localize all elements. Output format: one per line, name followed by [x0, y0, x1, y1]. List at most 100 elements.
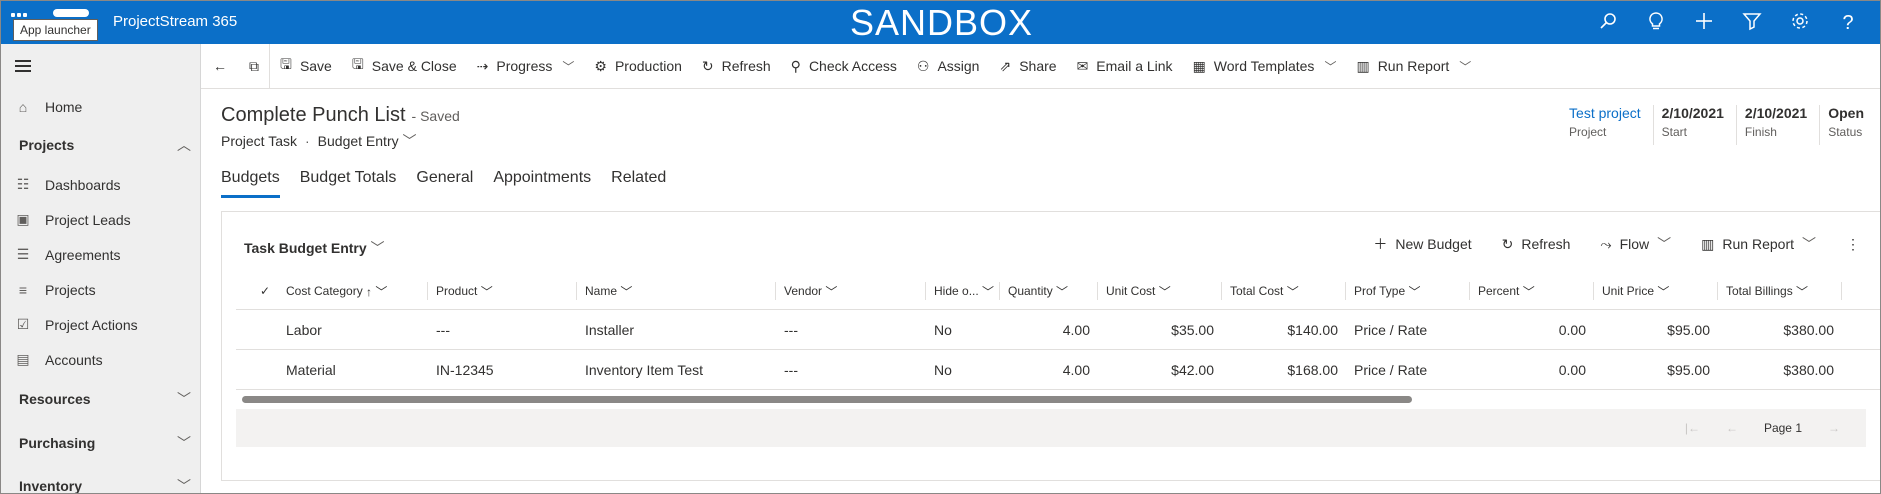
progress-button[interactable]: ⇢ Progress ﹀: [467, 44, 585, 89]
more-options-icon[interactable]: ⋮: [1846, 236, 1860, 253]
sidebar-item-label: Agreements: [45, 246, 121, 263]
chevron-up-icon: ︿: [177, 136, 191, 153]
run-report-button[interactable]: ▥ Run Report ﹀: [1346, 44, 1481, 89]
column-header-product[interactable]: Product ﹀: [428, 282, 577, 300]
sidebar-group-inventory[interactable]: Inventory ﹀: [19, 468, 191, 494]
sidebar-item-dashboards[interactable]: ☷ Dashboards: [1, 167, 201, 202]
sidebar-item-home[interactable]: ⌂ Home: [1, 89, 201, 124]
filter-icon[interactable]: [1740, 11, 1764, 35]
refresh-button[interactable]: ↻ Refresh: [692, 44, 781, 89]
save-icon: 🖫: [280, 56, 292, 72]
production-button[interactable]: ⚙ Production: [584, 44, 692, 89]
project-link[interactable]: Test project: [1569, 105, 1641, 121]
lightbulb-icon[interactable]: [1644, 11, 1668, 35]
command-label: Refresh: [721, 58, 771, 74]
sidebar-group-projects[interactable]: Projects ︿: [19, 127, 191, 162]
flow-button[interactable]: ⤳ Flow ﹀: [1600, 234, 1671, 254]
column-header-quantity[interactable]: Quantity ﹀: [1000, 282, 1098, 300]
record-subtitle: Project Task · Budget Entry ﹀: [221, 131, 417, 151]
sidebar-group-resources[interactable]: Resources ﹀: [19, 381, 191, 416]
field-value: 2/10/2021: [1661, 105, 1724, 121]
tab-budgets[interactable]: Budgets: [221, 169, 280, 198]
separator-dot: ·: [305, 133, 310, 149]
view-selector[interactable]: Task Budget Entry ﹀: [244, 238, 385, 258]
column-label: Unit Cost: [1106, 284, 1156, 298]
assign-button[interactable]: ⚇ Assign: [907, 44, 990, 89]
column-header-total-billings[interactable]: Total Billings ﹀: [1718, 282, 1842, 300]
search-icon[interactable]: [1596, 11, 1620, 35]
column-header-cost-category[interactable]: Cost Category ↑ ﹀: [278, 282, 428, 300]
open-window-icon: ⧉: [249, 57, 259, 74]
header-field-project[interactable]: Test project Project: [1561, 105, 1653, 145]
column-header-total-cost[interactable]: Total Cost ﹀: [1222, 282, 1346, 300]
report-icon: ▥: [1701, 235, 1715, 252]
tab-general[interactable]: General: [416, 169, 473, 198]
column-header-percent[interactable]: Percent ﹀: [1470, 282, 1594, 300]
table-row[interactable]: Material IN-12345 Inventory Item Test --…: [236, 350, 1880, 390]
check-access-button[interactable]: ⚲ Check Access: [781, 44, 907, 89]
tab-appointments[interactable]: Appointments: [493, 169, 591, 198]
app-launcher-tooltip: App launcher: [13, 19, 98, 41]
form-selector[interactable]: Budget Entry ﹀: [318, 131, 417, 151]
column-label: Hide o...: [934, 284, 979, 298]
sidebar-group-label: Projects: [19, 136, 75, 153]
chevron-down-icon: ﹀: [370, 240, 385, 256]
column-label: Cost Category: [286, 284, 363, 298]
command-label: Run Report: [1377, 58, 1450, 74]
share-button[interactable]: ⇗ Share: [989, 44, 1066, 89]
grid-actions: ＋ New Budget ↻ Refresh ⤳ Flow ﹀ ▥ Run Report ﹀…: [1373, 234, 1860, 254]
tab-related[interactable]: Related: [611, 169, 666, 198]
chevron-down-icon: ﹀: [1459, 59, 1472, 74]
open-new-window-button[interactable]: ⧉: [239, 44, 269, 89]
column-header-hide[interactable]: Hide o... ﹀: [926, 282, 1000, 300]
table-row[interactable]: Labor --- Installer --- No 4.00 $35.00 $…: [236, 310, 1880, 350]
cell-product: ---: [436, 321, 450, 338]
back-button[interactable]: ←: [201, 44, 239, 89]
hamburger-icon[interactable]: [15, 60, 31, 72]
help-icon[interactable]: ?: [1836, 11, 1860, 35]
tab-budget-totals[interactable]: Budget Totals: [300, 169, 397, 198]
grid-run-report-button[interactable]: ▥ Run Report ﹀: [1701, 234, 1816, 254]
form-name: Budget Entry: [317, 133, 399, 149]
next-page-icon[interactable]: →: [1828, 421, 1840, 435]
command-label: Save: [299, 58, 332, 74]
projects-icon: ≡: [18, 281, 28, 298]
budget-grid: ✓ Cost Category ↑ ﹀ Product ﹀ Name ﹀ Ven…: [236, 272, 1880, 390]
sidebar-group-purchasing[interactable]: Purchasing ﹀: [19, 425, 191, 460]
first-page-icon[interactable]: |←: [1685, 421, 1700, 435]
sidebar-item-project-leads[interactable]: ▣ Project Leads: [1, 202, 201, 237]
column-header-unit-price[interactable]: Unit Price ﹀: [1594, 282, 1718, 300]
email-link-button[interactable]: ✉ Email a Link: [1067, 44, 1183, 89]
new-budget-button[interactable]: ＋ New Budget: [1373, 234, 1471, 254]
column-header-prof-type[interactable]: Prof Type ﹀: [1346, 282, 1470, 300]
grid-refresh-button[interactable]: ↻ Refresh: [1502, 236, 1571, 253]
sidebar-item-accounts[interactable]: ▤ Accounts: [1, 342, 201, 377]
save-button[interactable]: 🖫 Save: [270, 44, 342, 89]
previous-page-icon[interactable]: ←: [1726, 421, 1738, 435]
action-label: Refresh: [1521, 236, 1571, 252]
cell-unit-price: $95.00: [1667, 321, 1710, 338]
sidebar-item-agreements[interactable]: ☰ Agreements: [1, 237, 201, 272]
sidebar-item-label: Dashboards: [45, 176, 121, 193]
plus-icon[interactable]: [1692, 11, 1716, 35]
chevron-down-icon: ﹀: [177, 477, 191, 494]
column-header-name[interactable]: Name ﹀: [577, 282, 776, 300]
refresh-icon: ↻: [1501, 235, 1514, 252]
header-field-finish: 2/10/2021 Finish: [1735, 105, 1819, 145]
select-all-checkbox[interactable]: ✓: [236, 282, 278, 300]
sidebar-item-label: Project Leads: [45, 211, 131, 228]
horizontal-scrollbar[interactable]: [242, 396, 1412, 403]
command-label: Production: [614, 58, 682, 74]
word-templates-button[interactable]: ▦ Word Templates ﹀: [1183, 44, 1347, 89]
column-label: Product: [436, 284, 478, 298]
grid-header-row: ✓ Cost Category ↑ ﹀ Product ﹀ Name ﹀ Ven…: [236, 272, 1880, 310]
search-icon: ⚲: [790, 57, 801, 74]
column-header-unit-cost[interactable]: Unit Cost ﹀: [1098, 282, 1222, 300]
cell-prof-type: Price / Rate: [1354, 321, 1428, 338]
share-icon: ⇗: [999, 57, 1012, 74]
gear-icon[interactable]: [1788, 11, 1812, 35]
column-header-vendor[interactable]: Vendor ﹀: [776, 282, 926, 300]
save-close-button[interactable]: 🖫 Save & Close: [342, 44, 467, 89]
sidebar-item-projects[interactable]: ≡ Projects: [1, 272, 201, 307]
sidebar-item-project-actions[interactable]: ☑ Project Actions: [1, 307, 201, 342]
